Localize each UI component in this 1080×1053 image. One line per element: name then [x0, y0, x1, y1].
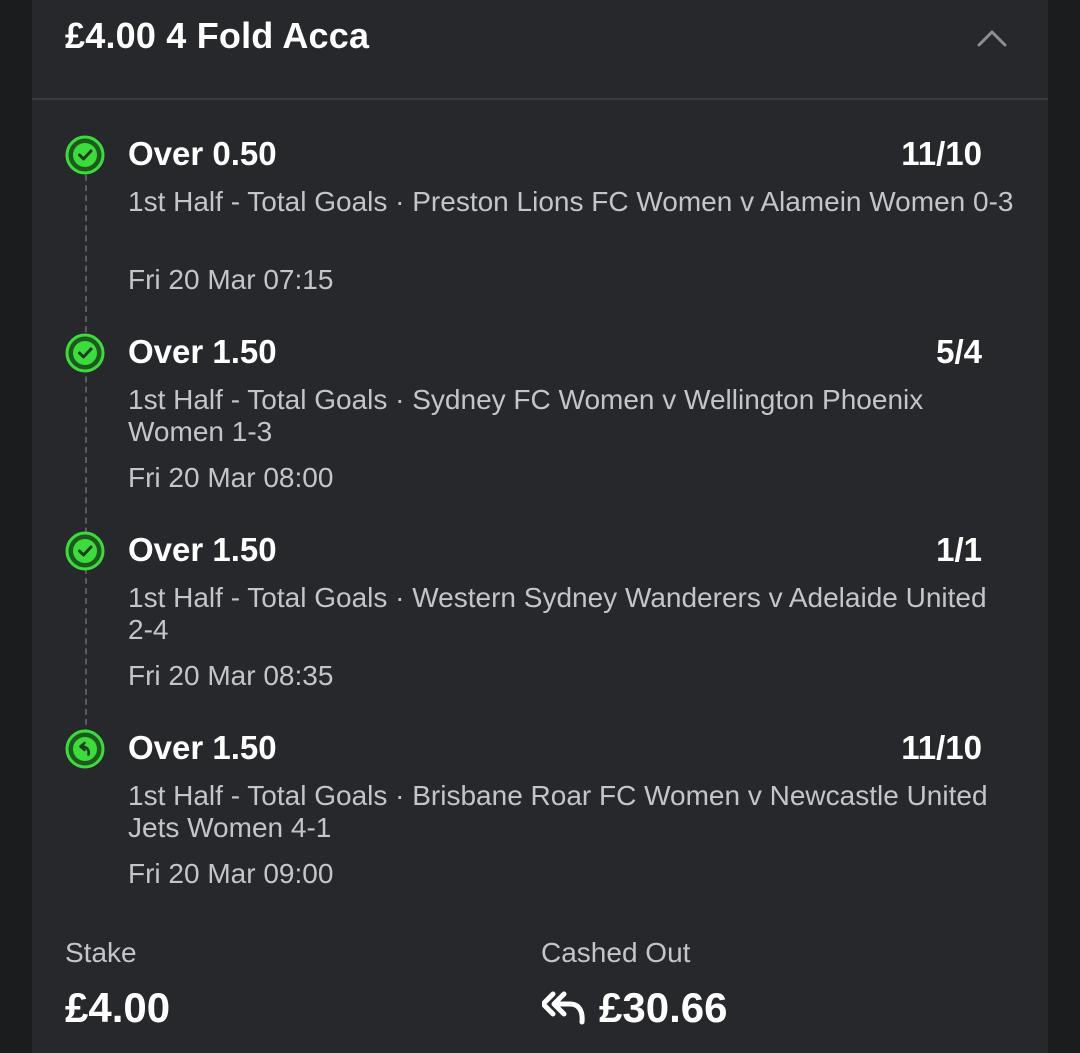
leg-market: 1st Half - Total Goals · Sydney FC Women… — [128, 384, 924, 447]
stake-value: £4.00 — [65, 984, 171, 1031]
leg-odds: 1/1 — [936, 531, 982, 568]
leg-market: 1st Half - Total Goals · Western Sydney … — [128, 582, 987, 645]
leg-start-time: Fri 20 Mar 08:35 — [128, 660, 334, 691]
legs-timeline-connector — [85, 175, 87, 735]
leg-odds: 11/10 — [901, 135, 982, 172]
leg-start-time: Fri 20 Mar 09:00 — [128, 858, 334, 889]
leg-selection: Over 0.50 — [128, 135, 277, 172]
cashed-out-label: Cashed Out — [541, 937, 691, 968]
leg-selection: Over 1.50 — [128, 531, 277, 568]
collapse-button[interactable] — [974, 20, 1010, 56]
check-circle-icon — [65, 333, 105, 373]
stake-label: Stake — [65, 937, 137, 968]
leg-selection: Over 1.50 — [128, 333, 277, 370]
cashed-out-value: £30.66 — [599, 984, 728, 1031]
bet-card: £4.00 4 Fold Acca Over 0.50 11/10 1st Ha… — [32, 0, 1048, 1053]
leg-odds: 11/10 — [901, 729, 982, 766]
check-circle-icon — [65, 135, 105, 175]
leg-market: 1st Half - Total Goals · Preston Lions F… — [128, 186, 1014, 217]
bet-title: £4.00 4 Fold Acca — [65, 15, 370, 56]
chevron-up-icon — [977, 30, 1007, 47]
leg-start-time: Fri 20 Mar 07:15 — [128, 264, 334, 295]
bet-header[interactable]: £4.00 4 Fold Acca — [32, 0, 1048, 100]
leg-start-time: Fri 20 Mar 08:00 — [128, 462, 334, 493]
check-circle-icon — [65, 531, 105, 571]
double-reply-arrow-icon — [542, 991, 585, 1025]
leg-odds: 5/4 — [936, 333, 982, 370]
leg-market: 1st Half - Total Goals · Brisbane Roar F… — [128, 780, 988, 843]
cashed-out-circle-icon — [65, 729, 105, 769]
leg-selection: Over 1.50 — [128, 729, 277, 766]
